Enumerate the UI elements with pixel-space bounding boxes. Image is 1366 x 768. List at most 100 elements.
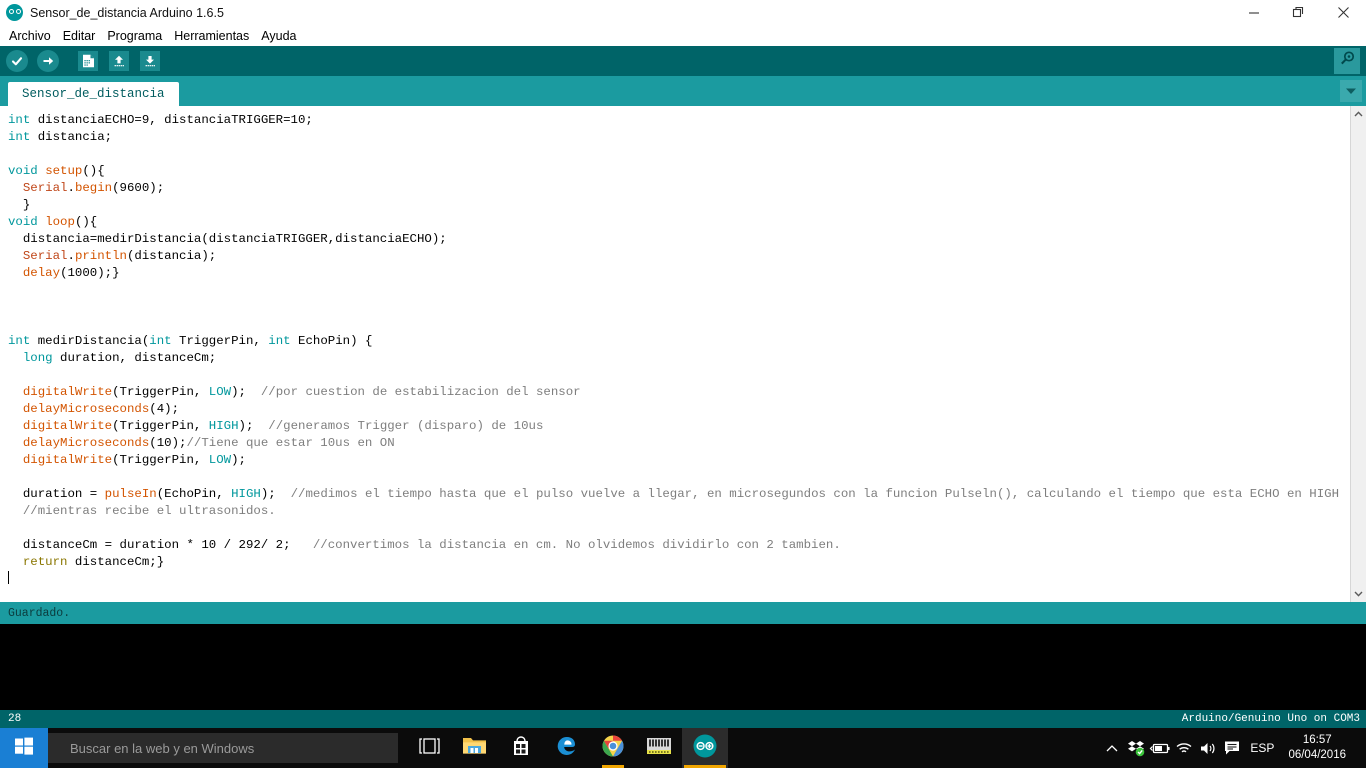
code-token: TriggerPin, [171,334,269,348]
code-line: //mientras recibe el ultrasonidos. [8,503,1339,520]
tab-sensor-de-distancia[interactable]: Sensor_de_distancia [8,82,179,106]
file-explorer-icon [462,735,488,762]
code-token: distanciaECHO=9, distanciaTRIGGER=10; [30,113,313,127]
menu-editar[interactable]: Editar [57,27,102,45]
search-input[interactable]: Buscar en la web y en Windows [48,741,254,756]
code-token: distancia=medirDistancia(distanciaTRIGGE… [8,232,447,246]
code-token: int [8,334,31,348]
code-line: Serial.println(distancia); [8,248,1339,265]
arduino-ide-window: Sensor_de_distancia Arduino 1.6.5 Archiv… [0,0,1366,768]
speaker-icon[interactable] [1196,728,1220,768]
code-token: (TriggerPin, [112,385,209,399]
code-token: ); [260,487,291,501]
maximize-restore-button[interactable] [1276,0,1321,25]
code-editor[interactable]: int distanciaECHO=9, distanciaTRIGGER=10… [0,106,1366,602]
text-cursor [8,571,1339,588]
action-center-icon[interactable] [1220,728,1244,768]
chrome-browser-button[interactable] [590,728,636,768]
code-token: begin [74,181,113,195]
menu-archivo[interactable]: Archivo [3,27,57,45]
code-line: int distancia; [8,129,1339,146]
microsoft-store-button[interactable] [498,728,544,768]
show-desktop-button[interactable] [1356,728,1362,768]
menu-programa[interactable]: Programa [101,27,168,45]
code-line: delayMicroseconds(4); [8,401,1339,418]
tab-label: Sensor_de_distancia [22,87,165,101]
code-token: int [268,334,291,348]
code-token: (9600); [112,181,165,195]
editor-scrollbar[interactable] [1350,106,1366,602]
title-bar: Sensor_de_distancia Arduino 1.6.5 [0,0,1366,25]
task-view-button[interactable] [406,728,452,768]
code-token: distanceCm = duration * 10 / 292/ 2; [8,538,313,552]
wifi-icon[interactable] [1172,728,1196,768]
close-button[interactable] [1321,0,1366,25]
scroll-up-arrow-icon[interactable] [1351,106,1366,122]
code-token: . [67,181,75,195]
code-token: long [22,351,53,365]
code-token: medirDistancia( [30,334,150,348]
language-indicator[interactable]: ESP [1244,741,1284,755]
arduino-board-button[interactable] [636,728,682,768]
tab-menu-button[interactable] [1340,80,1362,102]
new-sketch-button[interactable] [74,47,102,75]
windows-logo-icon [14,736,34,761]
menu-ayuda[interactable]: Ayuda [255,27,302,45]
code-line: void setup(){ [8,163,1339,180]
menu-herramientas[interactable]: Herramientas [168,27,255,45]
footer-bar: 28 Arduino/Genuino Uno on COM3 [0,710,1366,728]
code-token: delayMicroseconds [22,436,150,450]
arrow-up-icon [109,51,129,71]
code-token: //mientras recibe el ultrasonidos. [22,504,276,518]
clock[interactable]: 16:57 06/04/2016 [1284,733,1356,763]
check-icon [6,50,28,72]
minimize-button[interactable] [1231,0,1276,25]
code-line: delayMicroseconds(10);//Tiene que estar … [8,435,1339,452]
arduino-board-icon [646,735,672,762]
code-line: void loop(){ [8,214,1339,231]
edge-browser-icon [555,734,579,763]
microsoft-store-icon [510,735,532,762]
code-token: ); [231,453,246,467]
magnifier-icon [1339,50,1356,72]
file-explorer-button[interactable] [452,728,498,768]
code-token: (){ [82,164,105,178]
dropbox-icon[interactable] [1124,728,1148,768]
code-line: digitalWrite(TriggerPin, LOW); [8,452,1339,469]
serial-monitor-button[interactable] [1334,48,1360,74]
arrow-down-icon [140,51,160,71]
board-status: Arduino/Genuino Uno on COM3 [1181,713,1360,725]
code-token: setup [45,164,83,178]
code-token: EchoPin) { [290,334,373,348]
new-document-icon [78,51,98,71]
upload-button[interactable] [34,47,62,75]
code-token: //convertimos la distancia en cm. No olv… [312,538,841,552]
verify-button[interactable] [3,47,31,75]
chevron-down-icon [1345,82,1357,100]
code-token: digitalWrite [22,419,113,433]
code-line: Serial.begin(9600); [8,180,1339,197]
code-token: (4); [149,402,180,416]
arduino-ide-button[interactable] [682,728,728,768]
battery-icon[interactable] [1148,728,1172,768]
show-hidden-icons-button[interactable] [1100,728,1124,768]
code-line: delay(1000);} [8,265,1339,282]
save-sketch-button[interactable] [136,47,164,75]
open-sketch-button[interactable] [105,47,133,75]
code-token: delayMicroseconds [22,402,150,416]
start-button[interactable] [0,728,48,768]
code-token: LOW [208,385,232,399]
edge-browser-button[interactable] [544,728,590,768]
code-text[interactable]: int distanciaECHO=9, distanciaTRIGGER=10… [0,106,1339,588]
code-token: HIGH [231,487,261,501]
console-output [0,624,1366,710]
code-token: distancia; [30,130,113,144]
taskbar-search-box[interactable]: Buscar en la web y en Windows [48,733,398,763]
scroll-down-arrow-icon[interactable] [1351,586,1366,602]
